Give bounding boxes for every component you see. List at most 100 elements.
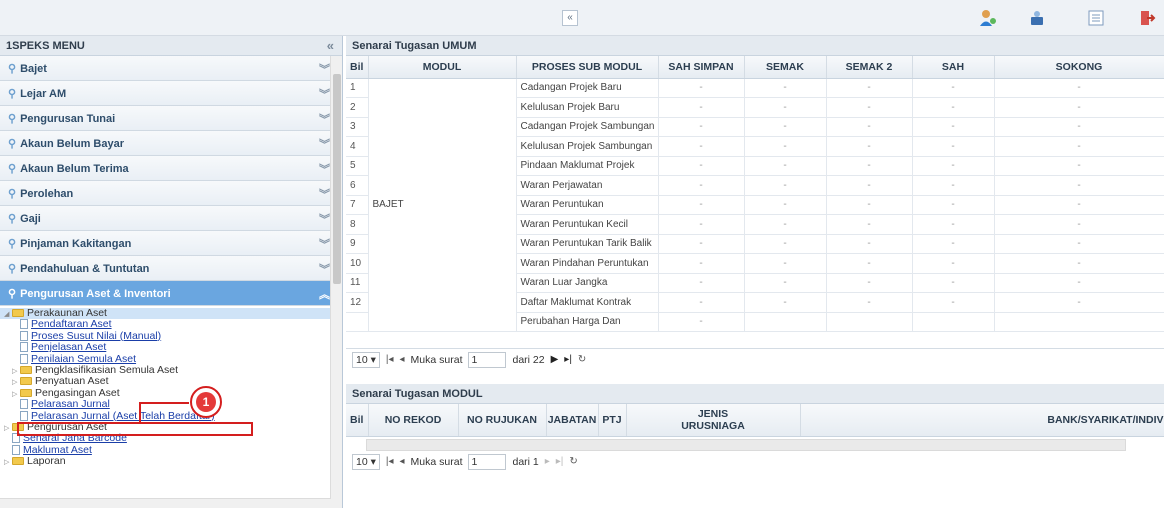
column-header-jabatan[interactable]: JABATAN xyxy=(546,404,599,437)
chevron-down-icon: ︾ xyxy=(319,114,330,126)
sidebar-item-pengurusan-tunai[interactable]: ⚲ Pengurusan Tunai ︾ xyxy=(0,106,342,131)
cell-status: - xyxy=(826,292,913,313)
cell-status: - xyxy=(744,214,827,235)
collapse-header-button[interactable]: « xyxy=(562,10,578,26)
search-icon: ⚲ xyxy=(8,88,17,100)
cell-status: - xyxy=(994,97,1164,118)
column-header-proses-sub-modul[interactable]: PROSES SUB MODUL xyxy=(516,56,659,79)
sidebar-item-pendahuluan-tuntutan[interactable]: ⚲ Pendahuluan & Tuntutan ︾ xyxy=(0,256,342,281)
first-page-button[interactable]: |◂ xyxy=(386,456,394,467)
cell-status: - xyxy=(826,195,913,215)
prev-page-button[interactable]: ◂ xyxy=(400,354,405,365)
cell-status: - xyxy=(994,136,1164,157)
last-page-button[interactable]: ▸| xyxy=(564,354,572,365)
search-icon: ⚲ xyxy=(8,288,17,300)
sidebar: 1SPEKS MENU « ⚲ Bajet ︾ ⚲ Lejar AM ︾ ⚲ Pengur… xyxy=(0,36,343,508)
cell-bil: 9 xyxy=(346,234,369,254)
sidebar-item-pengurusan-aset-inventori[interactable]: ⚲ Pengurusan Aset & Inventori ︽ xyxy=(0,281,342,306)
column-header-semak-2[interactable]: SEMAK 2 xyxy=(826,56,913,79)
column-header-sah[interactable]: SAH xyxy=(912,56,995,79)
expand-arrow-icon[interactable]: ▷ xyxy=(4,457,12,468)
cell-bil: 4 xyxy=(346,136,369,157)
cell-status: - xyxy=(658,136,745,157)
sidebar-item-gaji[interactable]: ⚲ Gaji ︾ xyxy=(0,206,342,231)
cell-proses-sub-modul: Daftar Maklumat Kontrak xyxy=(516,292,659,313)
table-row[interactable]: 1 BAJET Cadangan Projek Baru - - - - - xyxy=(346,78,1164,332)
cell-status: - xyxy=(912,97,995,118)
column-header-semak[interactable]: SEMAK xyxy=(744,56,827,79)
chevron-up-icon: ︽ xyxy=(319,289,330,301)
sidebar-item-lejar-am[interactable]: ⚲ Lejar AM ︾ xyxy=(0,81,342,106)
column-header-sokong[interactable]: SOKONG xyxy=(994,56,1164,79)
document-icon xyxy=(20,353,28,364)
column-header-ptj[interactable]: PTJ xyxy=(598,404,627,437)
document-icon xyxy=(20,342,28,353)
chevron-down-icon: ︾ xyxy=(319,139,330,151)
search-icon: ⚲ xyxy=(8,238,17,250)
cell-proses-sub-modul: Waran Perjawatan xyxy=(516,175,659,196)
cell-status: - xyxy=(912,292,995,313)
sidebar-collapse-button[interactable]: « xyxy=(327,38,334,53)
modul-table: Bil NO REKOD NO RUJUKAN JABATAN PTJ JENI… xyxy=(346,404,1164,437)
cell-status: - xyxy=(826,253,913,274)
column-header-bil[interactable]: Bil xyxy=(346,404,369,437)
cell-status xyxy=(912,312,995,332)
sidebar-item-perolehan[interactable]: ⚲ Perolehan ︾ xyxy=(0,181,342,206)
folder-icon xyxy=(20,365,32,374)
column-header-jenis-urusniaga[interactable]: JENIS URUSNIAGA xyxy=(626,404,801,437)
sidebar-item-akaun-belum-terima[interactable]: ⚲ Akaun Belum Terima ︾ xyxy=(0,156,342,181)
prev-page-button[interactable]: ◂ xyxy=(400,456,405,467)
cell-status: - xyxy=(658,78,745,98)
search-icon: ⚲ xyxy=(8,163,17,175)
cell-proses-sub-modul: Cadangan Projek Baru xyxy=(516,78,659,98)
column-header-sah-simpan[interactable]: SAH SIMPAN xyxy=(658,56,745,79)
document-icon xyxy=(20,330,28,341)
list-icon[interactable] xyxy=(1085,7,1107,29)
search-icon: ⚲ xyxy=(8,213,17,225)
cell-bil: 8 xyxy=(346,214,369,235)
cell-status: - xyxy=(826,175,913,196)
refresh-icon[interactable]: ↻ xyxy=(569,456,577,467)
refresh-icon[interactable]: ↻ xyxy=(578,354,586,365)
column-header-modul[interactable]: MODUL xyxy=(368,56,517,79)
chevron-down-icon: ︾ xyxy=(319,239,330,251)
chevron-down-icon: ︾ xyxy=(319,264,330,276)
callout-line xyxy=(139,402,141,422)
sidebar-horizontal-scrollbar[interactable] xyxy=(0,498,331,508)
table-horizontal-scrollbar[interactable] xyxy=(366,438,1126,451)
next-page-button[interactable]: ▶ xyxy=(551,354,559,365)
column-header-no-rekod[interactable]: NO REKOD xyxy=(368,404,459,437)
sidebar-item-pinjaman-kakitangan[interactable]: ⚲ Pinjaman Kakitangan ︾ xyxy=(0,231,342,256)
callout-highlight-box xyxy=(17,422,253,436)
last-page-button[interactable]: ▸| xyxy=(556,456,564,467)
column-header-bank-syarikat-indiv[interactable]: BANK/SYARIKAT/INDIV xyxy=(800,404,1164,437)
first-page-button[interactable]: |◂ xyxy=(386,354,394,365)
sidebar-item-akaun-belum-bayar[interactable]: ⚲ Akaun Belum Bayar ︾ xyxy=(0,131,342,156)
page-size-select[interactable]: 10 ▾ xyxy=(352,351,380,368)
cell-status: - xyxy=(658,156,745,176)
page-number-input[interactable]: 1 xyxy=(468,351,507,368)
scrollbar-thumb[interactable] xyxy=(333,74,341,284)
cell-status: - xyxy=(744,156,827,176)
cell-status: - xyxy=(994,175,1164,196)
tree-folder-laporan[interactable]: ▷ Laporan xyxy=(0,455,342,468)
sidebar-item-bajet[interactable]: ⚲ Bajet ︾ xyxy=(0,56,342,81)
cell-proses-sub-modul: Kelulusan Projek Baru xyxy=(516,97,659,118)
cell-status: - xyxy=(994,78,1164,98)
chevron-down-icon: ︾ xyxy=(319,64,330,76)
sidebar-vertical-scrollbar[interactable] xyxy=(330,56,342,508)
column-header-bil[interactable]: Bil xyxy=(346,56,369,79)
page-size-select[interactable]: 10 ▾ xyxy=(352,453,380,470)
search-icon: ⚲ xyxy=(8,63,17,75)
user-icon[interactable] xyxy=(977,7,999,29)
next-page-button[interactable]: ▸ xyxy=(545,456,550,467)
cell-status: - xyxy=(912,175,995,196)
cell-bil: 1 xyxy=(346,78,369,98)
top-bar: « xyxy=(0,0,1164,36)
page-number-input[interactable]: 1 xyxy=(468,453,507,470)
cell-bil xyxy=(346,312,369,332)
logout-icon[interactable] xyxy=(1136,7,1158,29)
person-lock-icon[interactable] xyxy=(1026,7,1048,29)
panel-title: Senarai Tugasan MODUL xyxy=(346,384,1164,404)
column-header-no-rujukan[interactable]: NO RUJUKAN xyxy=(458,404,547,437)
